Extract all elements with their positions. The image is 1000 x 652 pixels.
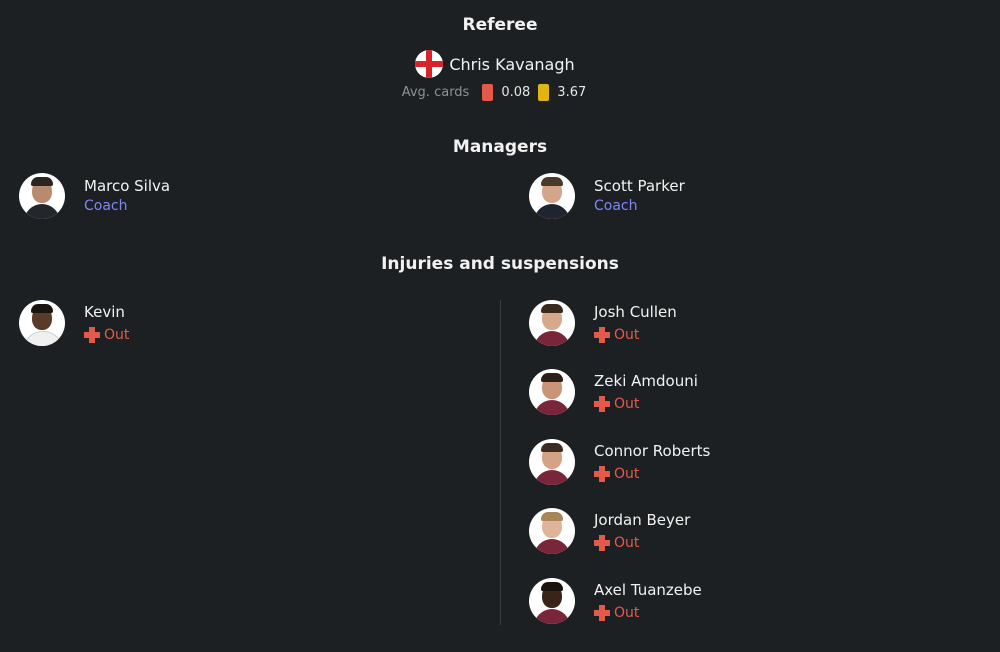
- team-divider: [500, 300, 501, 625]
- player-avatar: [19, 300, 65, 346]
- home-manager-name: Marco Silva: [84, 177, 171, 195]
- player-avatar: [529, 578, 575, 624]
- player-status: Out: [594, 533, 690, 553]
- player-status: Out: [84, 325, 129, 345]
- medical-cross-icon: [594, 395, 610, 412]
- manager-avatar: [19, 173, 65, 219]
- medical-cross-icon: [594, 465, 610, 482]
- status-label: Out: [614, 465, 640, 482]
- away-manager-name: Scott Parker: [594, 177, 685, 195]
- england-flag-icon: [415, 50, 444, 78]
- referee-row: Chris Kavanagh: [0, 50, 1000, 78]
- home-manager-role: Coach: [84, 198, 128, 214]
- medical-cross-icon: [594, 534, 610, 551]
- away-injured-player[interactable]: Zeki Amdouni Out: [529, 369, 698, 415]
- player-status: Out: [594, 325, 677, 345]
- medical-cross-icon: [594, 604, 610, 621]
- avg-cards-row: Avg. cards 0.08 3.67: [0, 84, 1000, 101]
- status-label: Out: [104, 326, 130, 343]
- avg-cards-label: Avg. cards: [401, 85, 470, 100]
- manager-avatar: [529, 173, 575, 219]
- status-label: Out: [614, 395, 640, 412]
- player-name: Josh Cullen: [594, 302, 677, 321]
- away-injured-player[interactable]: Connor Roberts Out: [529, 439, 710, 485]
- medical-cross-icon: [84, 326, 100, 343]
- referee-heading: Referee: [462, 15, 538, 35]
- player-name: Axel Tuanzebe: [594, 580, 702, 599]
- away-injured-player[interactable]: Josh Cullen Out: [529, 300, 677, 346]
- injuries-heading: Injuries and suspensions: [381, 254, 619, 274]
- player-status: Out: [594, 603, 702, 623]
- status-label: Out: [614, 326, 640, 343]
- managers-heading: Managers: [452, 137, 548, 157]
- player-name: Zeki Amdouni: [594, 371, 698, 390]
- player-avatar: [529, 508, 575, 554]
- yellow-card-icon: [538, 84, 550, 101]
- home-manager[interactable]: Marco Silva Coach: [19, 173, 170, 219]
- player-avatar: [529, 439, 575, 485]
- red-card-icon: [482, 84, 494, 101]
- player-avatar: [529, 369, 575, 415]
- medical-cross-icon: [594, 326, 610, 343]
- status-label: Out: [614, 604, 640, 621]
- away-manager-role: Coach: [594, 198, 638, 214]
- away-manager[interactable]: Scott Parker Coach: [529, 173, 685, 219]
- player-status: Out: [594, 394, 698, 414]
- away-injured-player[interactable]: Axel Tuanzebe Out: [529, 578, 702, 624]
- player-status: Out: [594, 464, 710, 484]
- home-injured-player[interactable]: Kevin Out: [19, 300, 129, 346]
- status-label: Out: [614, 534, 640, 551]
- player-name: Connor Roberts: [594, 441, 711, 460]
- player-name: Jordan Beyer: [594, 510, 691, 529]
- referee-name[interactable]: Chris Kavanagh: [449, 55, 574, 74]
- player-avatar: [529, 300, 575, 346]
- player-name: Kevin: [84, 302, 125, 321]
- away-injured-player[interactable]: Jordan Beyer Out: [529, 508, 690, 554]
- red-card-avg: 0.08: [501, 85, 531, 100]
- yellow-card-avg: 3.67: [557, 85, 587, 100]
